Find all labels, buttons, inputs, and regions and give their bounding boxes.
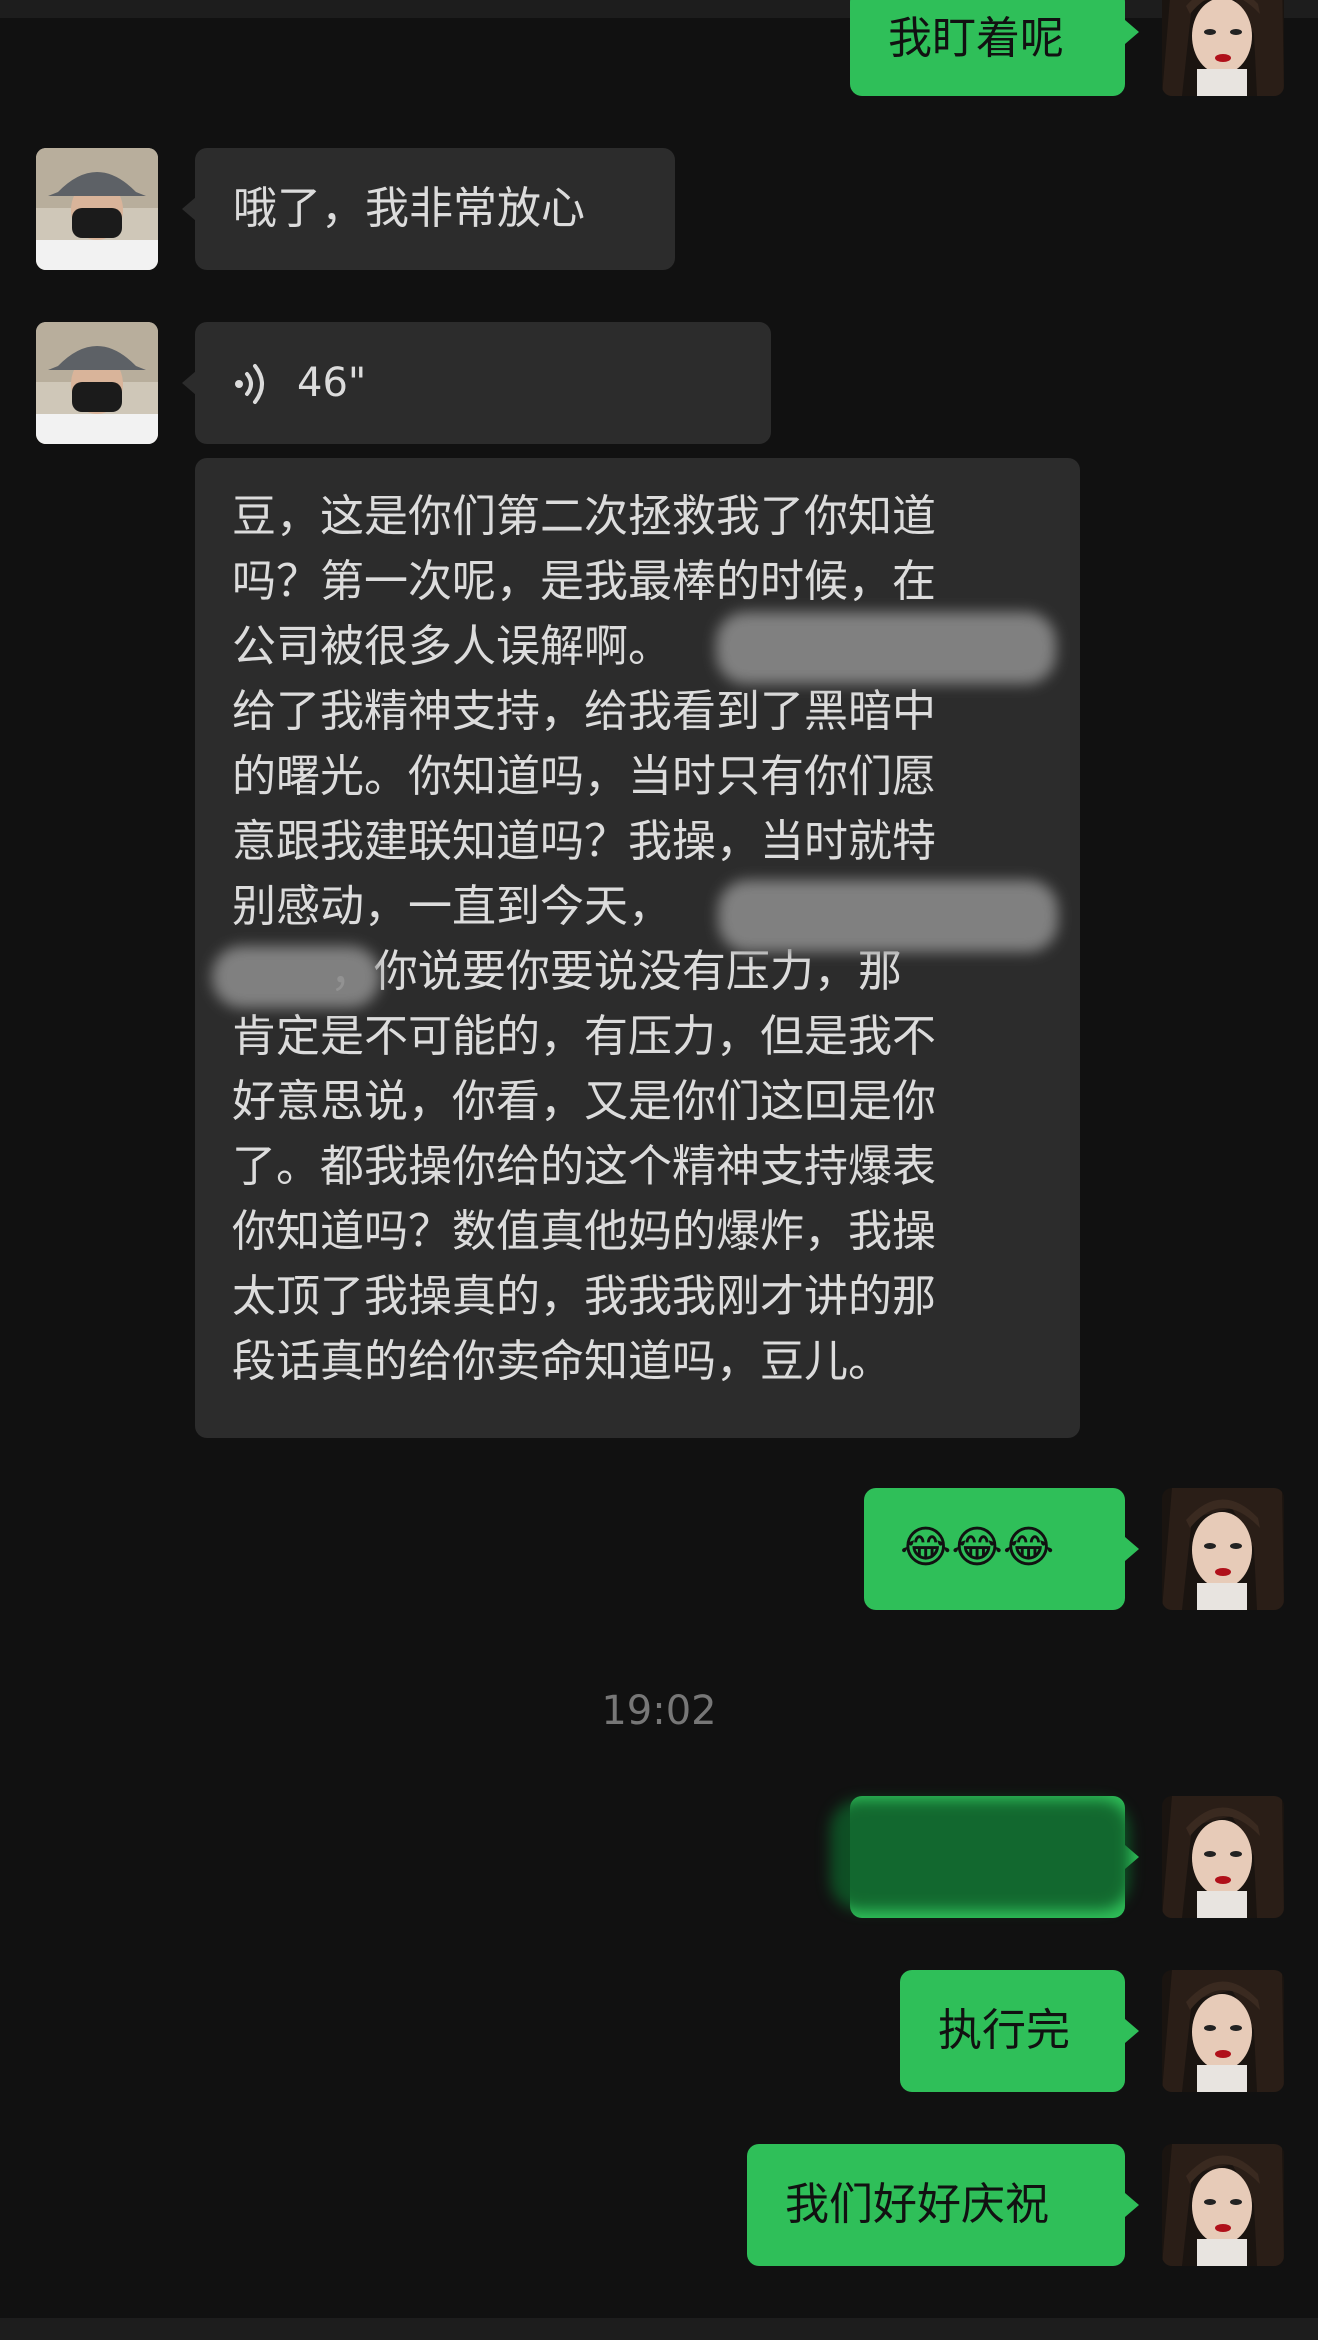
message-text: 我们好好庆祝 xyxy=(785,2179,1049,2230)
message-bubble-incoming[interactable]: 哦了，我非常放心 xyxy=(195,148,675,270)
message-text: 我盯着呢 xyxy=(888,13,1064,64)
redacted-scribble xyxy=(716,612,1056,684)
message-bubble-outgoing[interactable]: 我盯着呢 xyxy=(850,0,1125,96)
bubble-tail xyxy=(1125,20,1139,44)
bottom-bar xyxy=(0,2318,1318,2340)
bubble-tail xyxy=(1125,2193,1139,2217)
long-hair-woman-icon xyxy=(1162,1488,1284,1610)
long-hair-woman-icon xyxy=(1162,1970,1284,2092)
long-hair-woman-icon xyxy=(1162,1796,1284,1918)
message-bubble-outgoing[interactable]: 😂😂😂 xyxy=(864,1488,1125,1610)
bubble-tail xyxy=(1125,2019,1139,2043)
message-bubble-outgoing[interactable]: 执行完 xyxy=(900,1970,1125,2092)
voice-wave-icon xyxy=(235,364,264,404)
bubble-tail xyxy=(182,197,196,221)
long-hair-woman-icon xyxy=(1162,2144,1284,2266)
message-bubble-outgoing[interactable]: 我们好好庆祝 xyxy=(747,2144,1125,2266)
self-avatar[interactable] xyxy=(1162,2144,1284,2266)
self-avatar[interactable] xyxy=(1162,1796,1284,1918)
bubble-tail xyxy=(1125,1537,1139,1561)
redacted-scribble xyxy=(212,946,380,1008)
redacted-scribble xyxy=(830,1800,1130,1910)
contact-avatar[interactable] xyxy=(36,322,158,444)
bucket-hat-masked-man-icon xyxy=(36,148,158,270)
self-avatar[interactable] xyxy=(1162,1488,1284,1610)
message-text: 哦了，我非常放心 xyxy=(233,183,585,234)
message-text: 执行完 xyxy=(938,2005,1070,2056)
long-hair-woman-icon xyxy=(1162,0,1284,96)
redacted-scribble xyxy=(718,880,1058,952)
voice-message-bubble[interactable]: 46" xyxy=(195,322,771,444)
self-avatar[interactable] xyxy=(1162,0,1284,96)
bucket-hat-masked-man-icon xyxy=(36,322,158,444)
message-text: 😂😂😂 xyxy=(900,1522,1055,1573)
contact-avatar[interactable] xyxy=(36,148,158,270)
timestamp: 19:02 xyxy=(601,1688,717,1734)
self-avatar[interactable] xyxy=(1162,1970,1284,2092)
voice-duration: 46" xyxy=(297,360,367,406)
bubble-tail xyxy=(182,371,196,395)
